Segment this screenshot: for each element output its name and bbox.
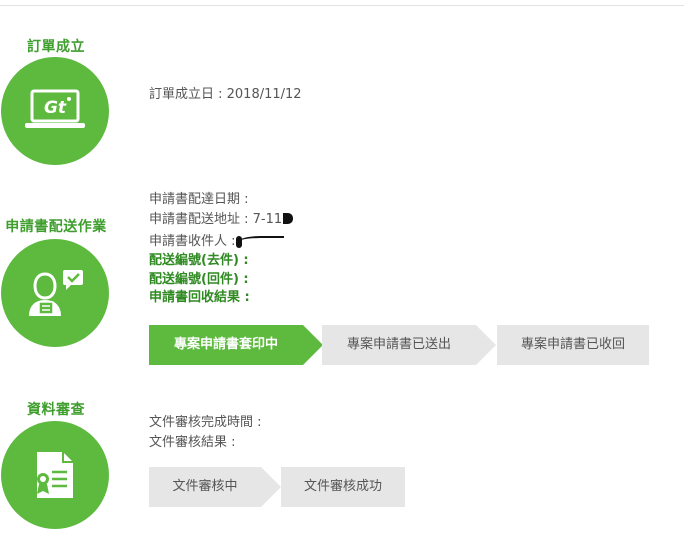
delivery-address-text: 申請書配送地址 : 7-11 (149, 212, 283, 227)
delivery-step-label: 專案申請書已送出 (346, 337, 451, 352)
review-step-label: 文件審核中 (172, 479, 238, 494)
top-divider (0, 5, 684, 6)
recipient-label: 申請書收件人 : (149, 234, 236, 249)
order-date-text: 訂單成立日 : 2018/11/12 (149, 87, 302, 102)
outgoing-number-text: 配送編號(去件) : (149, 253, 249, 268)
review-step-label: 文件審核成功 (303, 479, 382, 494)
redaction-mark (283, 213, 294, 224)
laptop-gt-logo-icon: Gt (25, 89, 85, 128)
order-stage-circle: Gt (1, 57, 109, 165)
review-stage-circle (1, 421, 109, 529)
review-result-text: 文件審核結果 : (149, 435, 236, 450)
return-result-text: 申請書回收結果 : (149, 290, 250, 305)
delivery-date-text: 申請書配達日期 : (149, 192, 249, 207)
redaction-mark (235, 236, 284, 248)
recipient-line: 申請書收件人 : (149, 233, 284, 251)
review-step-in-progress: 文件審核中 (149, 467, 281, 507)
certificate-document-icon (37, 452, 73, 498)
svg-text:Gt: Gt (44, 98, 67, 118)
review-step-success: 文件審核成功 (281, 467, 405, 507)
stage-title-review: 資料審查 (27, 402, 85, 418)
delivery-stage-circle (1, 239, 109, 347)
person-with-document-icon (29, 270, 83, 316)
stage-title-delivery: 申請書配送作業 (5, 219, 107, 235)
delivery-step-returned: 專案申請書已收回 (497, 325, 649, 365)
review-complete-time-text: 文件審核完成時間 : (149, 415, 262, 430)
delivery-step-sent: 專案申請書已送出 (322, 325, 496, 365)
delivery-step-label: 專案申請書套印中 (173, 337, 278, 352)
delivery-step-label: 專案申請書已收回 (520, 337, 625, 352)
delivery-step-printing: 專案申請書套印中 (149, 325, 323, 365)
delivery-address-line: 申請書配送地址 : 7-11 (149, 211, 294, 229)
return-number-text: 配送編號(回件) : (149, 272, 249, 287)
stage-title-order: 訂單成立 (27, 39, 85, 55)
